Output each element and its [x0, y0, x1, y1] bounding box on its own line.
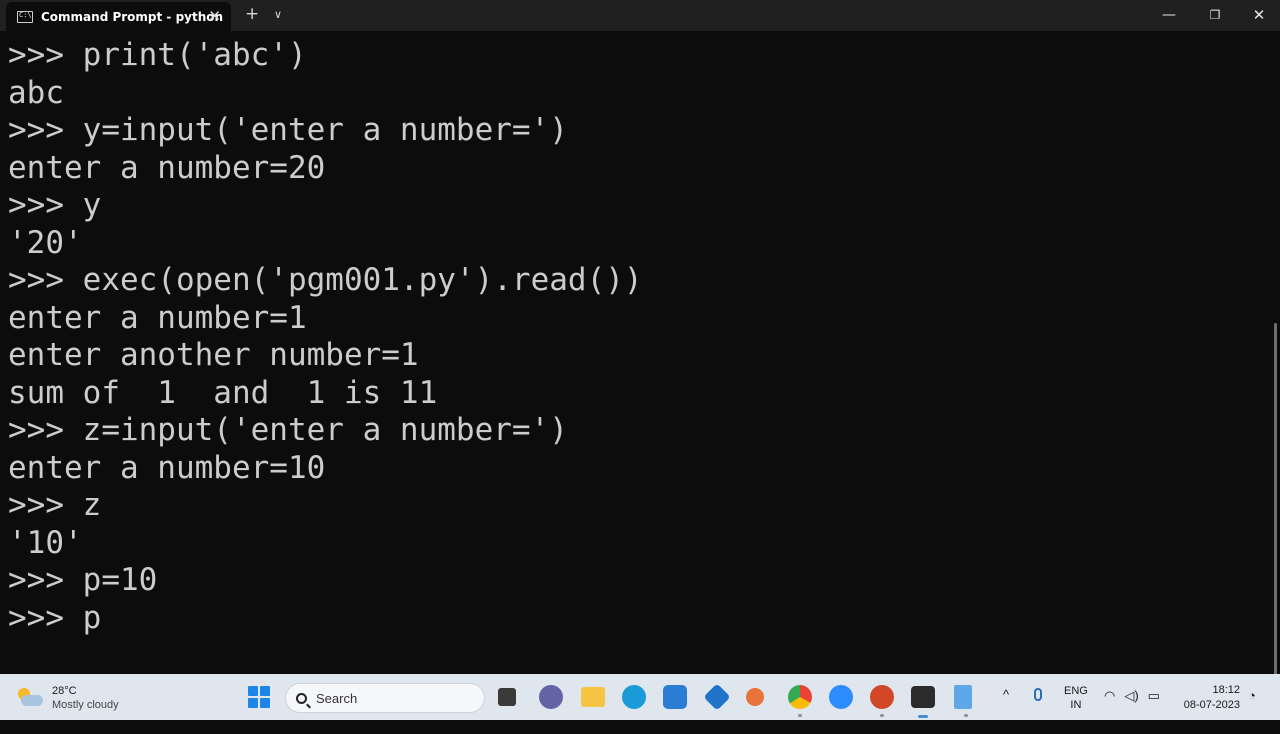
console-line: >>> print('abc'): [8, 37, 307, 73]
system-tray[interactable]: ◠ ◁) ▭: [1104, 688, 1160, 734]
maximize-button[interactable]: ❐: [1192, 0, 1238, 30]
new-tab-button[interactable]: +: [245, 5, 259, 23]
search-icon: [296, 692, 307, 704]
console-line: >>> p=10: [8, 562, 158, 598]
code-icon[interactable]: [703, 683, 731, 711]
vertical-scrollbar[interactable]: [1272, 31, 1280, 687]
console-line: '20': [8, 224, 83, 261]
tab-command-prompt[interactable]: Command Prompt - python ✕: [6, 2, 231, 31]
title-bar: Command Prompt - python ✕ + ∨ — ❐ ✕: [0, 0, 1280, 31]
terminal-icon[interactable]: [911, 686, 935, 718]
volume-icon: ◁): [1124, 688, 1139, 703]
date: 08-07-2023: [1183, 699, 1240, 711]
console-output[interactable]: >>> print('abc') abc >>> y=input('enter …: [0, 31, 1272, 674]
show-hidden-icons-chevron[interactable]: ^: [1003, 687, 1009, 733]
language-region: IN: [1070, 699, 1082, 711]
tab-close-icon[interactable]: ✕: [208, 7, 221, 25]
weather-condition: Mostly cloudy: [52, 699, 119, 711]
console-line: abc: [8, 74, 64, 111]
weather-temperature: 28°C: [52, 685, 77, 697]
console-line: >>> exec(open('pgm001.py').read()): [8, 262, 643, 298]
powerpoint-icon[interactable]: [870, 685, 894, 717]
python-idle-icon[interactable]: [746, 688, 764, 706]
input-language[interactable]: ENG IN: [1064, 684, 1088, 730]
console-line: sum of 1 and 1 is 11: [8, 374, 438, 411]
console-line: '10': [8, 524, 83, 561]
taskbar: 28°C Mostly cloudy Search ^ ENG IN ◠ ◁) …: [0, 674, 1280, 720]
console-line: enter another number=1: [8, 337, 419, 373]
command-prompt-icon: [17, 10, 33, 23]
zoom-icon[interactable]: [829, 685, 853, 709]
console-line: >>> z: [8, 487, 102, 523]
scrollbar-thumb[interactable]: [1274, 323, 1277, 687]
wifi-icon: ◠: [1104, 688, 1116, 703]
notification-bell-icon[interactable]: ◔: [1248, 688, 1256, 734]
store-icon[interactable]: [663, 685, 687, 709]
notepad-icon[interactable]: [954, 685, 972, 717]
chrome-icon[interactable]: [788, 685, 812, 717]
close-button[interactable]: ✕: [1236, 0, 1280, 30]
console-line: >>> y: [8, 187, 102, 223]
edge-icon[interactable]: [622, 685, 646, 709]
console-line: enter a number=1: [8, 299, 307, 336]
weather-widget[interactable]: 28°C Mostly cloudy: [16, 684, 119, 712]
partly-cloudy-icon: [16, 687, 46, 709]
console-line: enter a number=20: [8, 149, 326, 186]
microphone-icon[interactable]: [1034, 688, 1042, 701]
start-button[interactable]: [248, 686, 270, 708]
chat-icon[interactable]: [539, 685, 563, 709]
file-manager-icon[interactable]: [498, 688, 516, 706]
console-line: >>> p: [8, 599, 102, 636]
battery-icon: ▭: [1147, 688, 1160, 703]
taskbar-search[interactable]: Search: [285, 683, 485, 713]
search-placeholder: Search: [316, 690, 358, 706]
console-line: >>> z=input('enter a number='): [8, 412, 568, 448]
minimize-button[interactable]: —: [1146, 0, 1192, 30]
time: 18:12: [1212, 684, 1240, 696]
console-line: enter a number=10: [8, 449, 326, 486]
file-explorer-icon[interactable]: [581, 687, 605, 707]
console-line: >>> y=input('enter a number='): [8, 112, 568, 148]
clock[interactable]: 18:12 08-07-2023: [1180, 683, 1240, 729]
tab-title: Command Prompt - python: [41, 9, 224, 24]
tab-dropdown-icon[interactable]: ∨: [274, 6, 282, 24]
language-code: ENG: [1064, 685, 1088, 697]
